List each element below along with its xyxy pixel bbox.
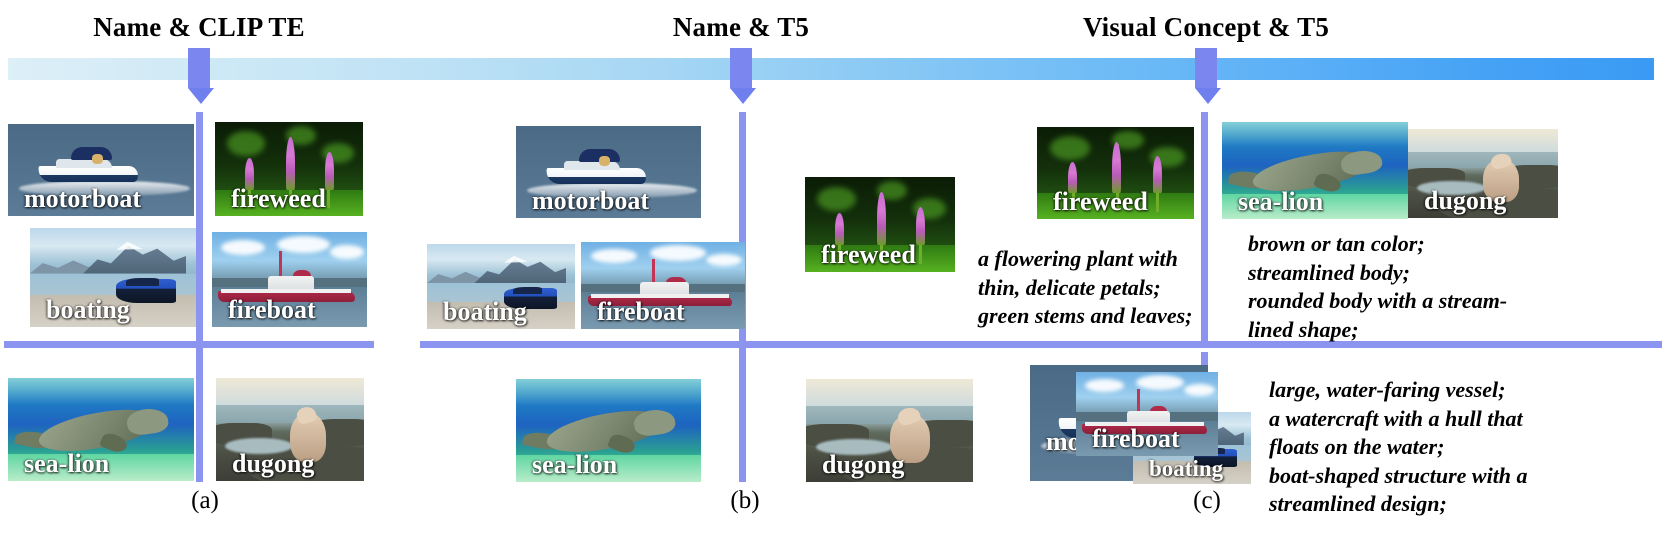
panel-b-image-motorboat: motorboat (516, 126, 701, 218)
panel-b-horizontal-separator (420, 341, 980, 348)
image-caption: sea-lion (24, 449, 110, 478)
panel-a-vertical-separator (196, 112, 203, 482)
panel-a-horizontal-separator (4, 341, 374, 348)
stage-arrow-2-icon (730, 48, 756, 104)
image-caption: motorboat (532, 186, 649, 215)
stage-title-3: Visual Concept & T5 (1082, 12, 1330, 42)
subfigure-caption-b: (b) (730, 487, 760, 514)
stage-title-1: Name & CLIP TE (93, 12, 305, 42)
panel-a-image-fireweed: fireweed (215, 122, 363, 216)
image-caption: boating (46, 295, 130, 324)
panel-a-image-sea-lion: sea-lion (8, 378, 194, 481)
image-caption: boating (443, 297, 527, 326)
panel-c-image-sea-lion: sea-lion (1222, 122, 1408, 219)
panel-a-image-fireboat: fireboat (212, 232, 367, 327)
image-caption: fireweed (231, 184, 326, 213)
stage-arrow-3-icon (1195, 48, 1221, 104)
stage-title-2: Name & T5 (672, 12, 810, 42)
panel-c-vertical-separator-top (1201, 112, 1208, 344)
figure-canvas: Name & CLIP TE Name & T5 Visual Concept … (0, 0, 1662, 543)
image-caption: motorboat (24, 184, 141, 213)
image-caption: dugong (822, 450, 905, 479)
concept-description-vessel: large, water-faring vessel; a watercraft… (1269, 377, 1528, 517)
panel-b-image-dugong: dugong (806, 379, 973, 482)
panel-a-image-motorboat: motorboat (8, 124, 194, 216)
panel-b-image-fireweed: fireweed (805, 177, 955, 272)
image-caption: fireboat (228, 295, 316, 324)
panel-c-image-fireweed: fireweed (1037, 127, 1194, 219)
stage-arrow-1-icon (188, 48, 214, 104)
concept-description-fireweed: a flowering plant with thin, delicate pe… (978, 246, 1193, 329)
panel-b-image-boating: boating (427, 244, 575, 329)
panel-c-image-dugong: dugong (1408, 129, 1558, 218)
timeline-gradient-bar (8, 58, 1654, 80)
panel-a-image-boating: boating (30, 228, 196, 327)
panel-a-image-dugong: dugong (216, 378, 364, 481)
panel-b-image-sea-lion: sea-lion (516, 379, 701, 482)
panel-c-image-fireboat: fireboat (1076, 372, 1218, 456)
image-caption: fireweed (1053, 187, 1148, 216)
subfigure-caption-a: (a) (191, 487, 219, 514)
image-caption: sea-lion (532, 450, 618, 479)
image-caption: fireboat (597, 297, 685, 326)
panel-b-image-fireboat: fireboat (581, 242, 745, 329)
concept-description-animal: brown or tan color; streamlined body; ro… (1248, 231, 1508, 342)
image-caption: dugong (232, 449, 315, 478)
image-caption: sea-lion (1238, 187, 1324, 216)
image-caption: fireboat (1092, 424, 1180, 453)
image-caption: boating (1149, 456, 1224, 481)
image-caption: dugong (1424, 186, 1507, 215)
image-caption: fireweed (821, 240, 916, 269)
subfigure-caption-c: (c) (1193, 487, 1221, 514)
